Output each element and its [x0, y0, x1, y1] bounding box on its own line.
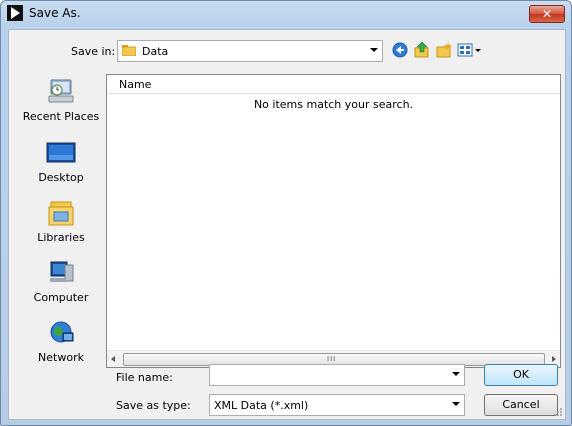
- close-icon: ✕: [541, 7, 553, 21]
- resize-grip-icon[interactable]: [553, 407, 563, 417]
- place-label: Desktop: [38, 171, 84, 184]
- app-icon: [7, 5, 23, 21]
- save-in-dropdown[interactable]: Data: [117, 40, 383, 62]
- save-in-label: Save in:: [71, 45, 116, 58]
- title-bar[interactable]: Save As. ✕: [1, 1, 571, 25]
- place-recent-places[interactable]: Recent Places: [21, 74, 101, 132]
- new-folder-button[interactable]: [435, 41, 453, 59]
- computer-icon: [50, 261, 74, 282]
- network-icon: [50, 321, 74, 343]
- save-as-type-label: Save as type:: [116, 399, 191, 412]
- close-button[interactable]: ✕: [529, 5, 565, 23]
- save-in-value: Data: [142, 45, 169, 58]
- scroll-right-icon[interactable]: [552, 356, 556, 362]
- recent-places-icon: [48, 79, 74, 103]
- ok-button[interactable]: OK: [484, 364, 558, 386]
- file-name-label: File name:: [116, 371, 173, 384]
- up-folder-icon: [414, 41, 429, 58]
- place-desktop[interactable]: Desktop: [21, 135, 101, 193]
- place-label: Libraries: [37, 231, 85, 244]
- cancel-button[interactable]: Cancel: [484, 394, 558, 416]
- place-libraries[interactable]: Libraries: [21, 195, 101, 253]
- chevron-down-icon[interactable]: [370, 48, 378, 52]
- places-bar: Recent Places Desktop Libraries Computer…: [21, 74, 101, 374]
- save-as-type-value: XML Data (*.xml): [214, 399, 309, 412]
- chevron-down-icon[interactable]: [452, 402, 460, 406]
- back-arrow-icon: [392, 42, 408, 58]
- place-label: Recent Places: [22, 110, 100, 123]
- scrollbar-grip: III: [327, 355, 337, 363]
- up-folder-button[interactable]: [413, 41, 431, 59]
- place-label: Network: [38, 351, 84, 364]
- folder-icon: [122, 45, 136, 56]
- column-header-name[interactable]: Name: [107, 75, 560, 94]
- place-label: Computer: [33, 291, 89, 304]
- save-as-dialog: Save As. ✕ Save in: Data Recent Places D…: [0, 0, 572, 426]
- file-name-field[interactable]: [209, 364, 465, 386]
- new-folder-icon: [436, 42, 452, 58]
- file-list[interactable]: Name No items match your search. III: [106, 74, 561, 368]
- window-title: Save As.: [29, 6, 81, 20]
- dialog-client: Save in: Data Recent Places Desktop Libr…: [8, 29, 566, 420]
- place-computer[interactable]: Computer: [21, 255, 101, 313]
- desktop-icon: [46, 142, 76, 163]
- place-network[interactable]: Network: [21, 315, 101, 373]
- save-as-type-dropdown[interactable]: XML Data (*.xml): [209, 394, 465, 416]
- back-button[interactable]: [391, 41, 409, 59]
- empty-message: No items match your search.: [253, 98, 414, 111]
- libraries-icon: [48, 201, 74, 226]
- chevron-down-icon[interactable]: [452, 372, 460, 376]
- scroll-left-icon[interactable]: [111, 356, 115, 362]
- column-header-label: Name: [119, 78, 152, 91]
- view-menu-button[interactable]: [457, 41, 483, 59]
- view-menu-icon: [457, 43, 481, 57]
